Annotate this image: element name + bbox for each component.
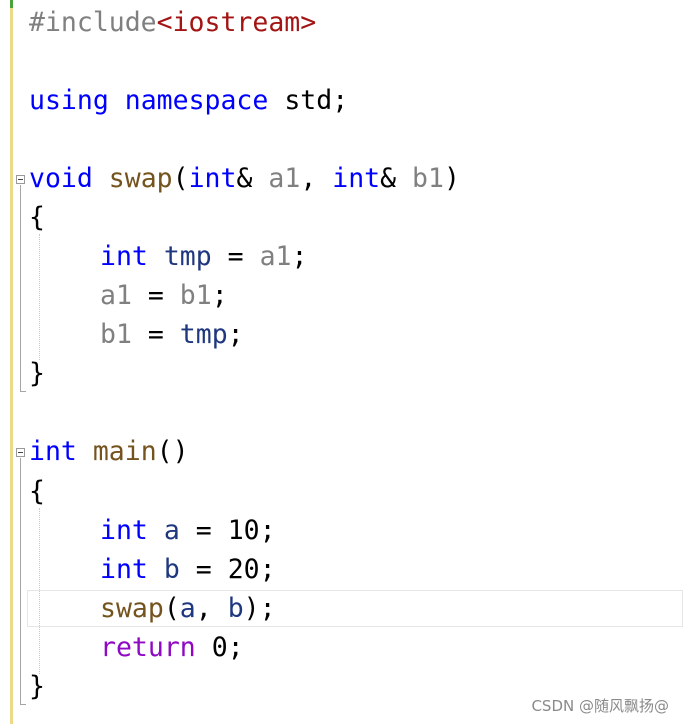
fold-end-main	[20, 704, 26, 705]
brace-close: }	[29, 358, 45, 389]
keyword-return: return	[100, 632, 196, 663]
semicolon: ;	[332, 85, 349, 116]
local-var-a: a	[163, 515, 180, 546]
code-line-18[interactable]: }	[29, 667, 45, 706]
semicolon: ;	[227, 319, 244, 350]
local-var-tmp: tmp	[179, 319, 228, 350]
semicolon: ;	[259, 554, 276, 585]
keyword-int: int	[100, 241, 148, 272]
keyword-using: using	[29, 85, 109, 116]
number-literal: 10	[227, 515, 260, 546]
collapse-swap-icon[interactable]	[16, 175, 25, 184]
parameter-b1: b1	[179, 280, 212, 311]
paren-open: (	[172, 163, 189, 194]
include-header: <iostream>	[156, 7, 317, 38]
fold-line-swap	[20, 185, 21, 392]
local-var-tmp: tmp	[163, 241, 212, 272]
code-line-3[interactable]: using namespace std;	[29, 81, 348, 120]
code-line-8[interactable]: a1 = b1;	[29, 276, 228, 315]
keyword-int: int	[332, 163, 381, 194]
watermark: CSDN @随风飘扬@	[531, 697, 669, 715]
keyword-int: int	[29, 436, 77, 467]
keyword-void: void	[29, 163, 93, 194]
parens: ()	[156, 436, 189, 467]
semicolon: ;	[259, 515, 276, 546]
reference-amp: &	[236, 163, 269, 194]
paren-open: (	[163, 593, 180, 624]
comma: ,	[195, 593, 228, 624]
change-tracking-bar	[10, 0, 13, 724]
parameter-a1: a1	[100, 280, 132, 311]
saved-change-marker	[10, 0, 13, 8]
code-line-16[interactable]: swap(a, b);	[29, 589, 276, 628]
arg-b: b	[227, 593, 244, 624]
parameter-b1: b1	[412, 163, 444, 194]
fold-line-main	[20, 458, 21, 705]
number-literal: 0	[195, 632, 228, 663]
parameter-a1: a1	[259, 241, 292, 272]
assign-operator: =	[179, 515, 228, 546]
code-line-5[interactable]: void swap(int& a1, int& b1)	[29, 159, 460, 198]
code-editor[interactable]: #include<iostream> using namespace std; …	[0, 0, 683, 724]
code-line-13[interactable]: {	[29, 472, 45, 511]
assign-operator: =	[179, 554, 228, 585]
function-name-main: main	[92, 436, 157, 467]
keyword-int: int	[100, 554, 148, 585]
semicolon: ;	[227, 632, 244, 663]
assign-operator: =	[131, 280, 180, 311]
comma: ,	[300, 163, 333, 194]
code-line-14[interactable]: int a = 10;	[29, 511, 276, 550]
arg-a: a	[179, 593, 196, 624]
namespace-name: std	[284, 85, 333, 116]
code-line-6[interactable]: {	[29, 198, 45, 237]
parameter-a1: a1	[268, 163, 301, 194]
code-line-1[interactable]: #include<iostream>	[29, 3, 316, 42]
parameter-b1: b1	[100, 319, 132, 350]
code-line-9[interactable]: b1 = tmp;	[29, 315, 244, 354]
local-var-b: b	[163, 554, 180, 585]
fold-end-swap	[20, 391, 26, 392]
code-line-12[interactable]: int main()	[29, 432, 189, 471]
function-call-swap: swap	[100, 593, 164, 624]
assign-operator: =	[211, 241, 260, 272]
keyword-int: int	[100, 515, 148, 546]
semicolon: ;	[291, 241, 308, 272]
assign-operator: =	[131, 319, 180, 350]
semicolon: ;	[211, 280, 228, 311]
number-literal: 20	[227, 554, 260, 585]
keyword-namespace: namespace	[124, 85, 269, 116]
preprocessor-directive: #include	[29, 7, 157, 38]
paren-close: )	[443, 163, 460, 194]
brace-open: {	[29, 476, 45, 507]
function-name-swap: swap	[108, 163, 173, 194]
code-line-7[interactable]: int tmp = a1;	[29, 237, 307, 276]
brace-open: {	[29, 202, 45, 233]
code-line-10[interactable]: }	[29, 354, 45, 393]
collapse-main-icon[interactable]	[16, 448, 25, 457]
brace-close: }	[29, 671, 45, 702]
paren-close: );	[243, 593, 276, 624]
code-line-17[interactable]: return 0;	[29, 628, 244, 667]
reference-amp: &	[380, 163, 413, 194]
keyword-int: int	[188, 163, 237, 194]
code-line-15[interactable]: int b = 20;	[29, 550, 276, 589]
